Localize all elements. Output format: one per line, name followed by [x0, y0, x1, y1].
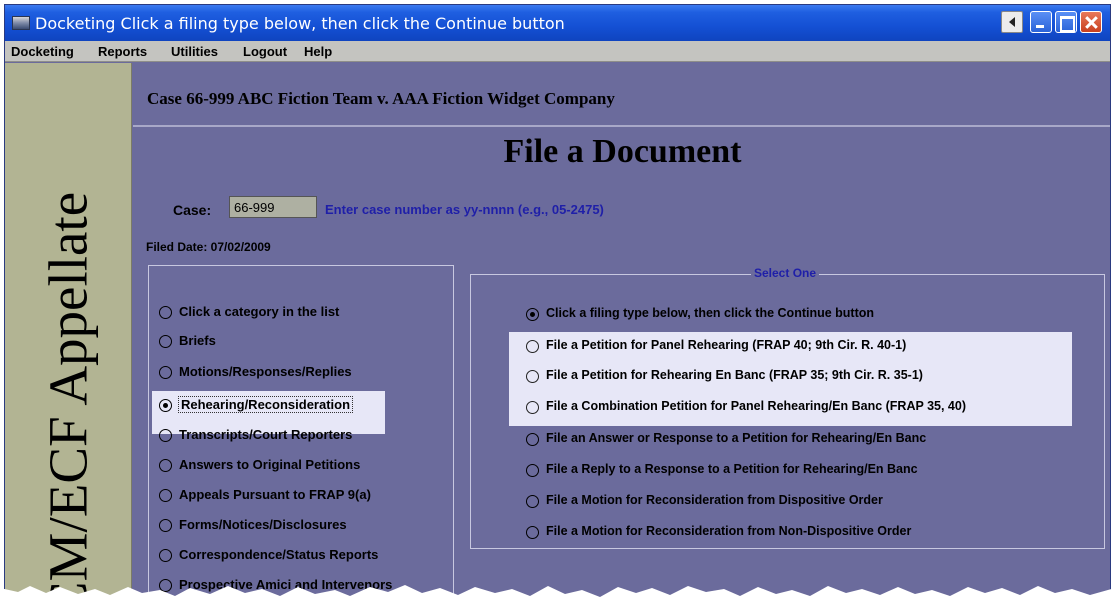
minimize-icon[interactable]: [1030, 11, 1052, 33]
radio-button[interactable]: [526, 401, 539, 414]
maximize-icon[interactable]: [1055, 11, 1077, 33]
sidebar-banner: CM/ECF Appellate: [5, 63, 132, 605]
application-window: Docketing Click a filing type below, the…: [4, 4, 1111, 605]
radio-button[interactable]: [159, 519, 172, 532]
filing-option-label: Click a filing type below, then click th…: [546, 306, 875, 320]
category-label: Click a category in the list: [179, 304, 340, 319]
radio-button[interactable]: [159, 459, 172, 472]
radio-button[interactable]: [526, 526, 539, 539]
sidebar-title: CM/ECF Appellate: [37, 191, 99, 605]
radio-button[interactable]: [159, 335, 172, 348]
category-label: Briefs: [179, 333, 216, 348]
page-title: File a Document: [503, 133, 742, 170]
filing-option-label: File a Combination Petition for Panel Re…: [546, 399, 966, 413]
radio-button[interactable]: [526, 464, 539, 477]
category-label: Correspondence/Status Reports: [179, 547, 379, 562]
radio-button[interactable]: [526, 370, 539, 383]
filing-option-label: File a Motion for Reconsideration from N…: [546, 524, 912, 538]
radio-button[interactable]: [526, 340, 539, 353]
category-label: Appeals Pursuant to FRAP 9(a): [179, 487, 371, 502]
case-number-input[interactable]: [229, 196, 317, 218]
radio-button[interactable]: [526, 433, 539, 446]
radio-button[interactable]: [159, 489, 172, 502]
case-label: Case:: [173, 202, 212, 218]
category-label: Transcripts/Court Reporters: [179, 427, 353, 442]
close-icon[interactable]: [1080, 11, 1102, 33]
title-bar: Docketing Click a filing type below, the…: [5, 5, 1110, 41]
app-icon: [12, 16, 30, 30]
filed-date: Filed Date: 07/02/2009: [146, 240, 271, 254]
case-header: Case 66-999 ABC Fiction Team v. AAA Fict…: [133, 63, 1110, 125]
radio-button-selected[interactable]: [526, 308, 539, 321]
select-one-legend: Select One: [751, 266, 820, 280]
category-panel: Click a category in the list Briefs Moti…: [148, 265, 454, 604]
menu-docketing[interactable]: Docketing: [11, 44, 74, 59]
category-label: Motions/Responses/Replies: [179, 364, 352, 379]
radio-button[interactable]: [526, 495, 539, 508]
radio-button-selected[interactable]: [159, 399, 172, 412]
filing-option-label: File a Reply to a Response to a Petition…: [546, 462, 918, 476]
window-title: Docketing Click a filing type below, the…: [35, 14, 565, 33]
filing-option-label: File a Petition for Rehearing En Banc (F…: [546, 368, 923, 382]
menu-utilities[interactable]: Utilities: [171, 44, 218, 59]
radio-button[interactable]: [159, 429, 172, 442]
previous-icon[interactable]: [1001, 11, 1023, 33]
radio-button[interactable]: [159, 549, 172, 562]
menu-reports[interactable]: Reports: [98, 44, 147, 59]
filing-option-label: File a Motion for Reconsideration from D…: [546, 493, 883, 507]
radio-button[interactable]: [159, 366, 172, 379]
radio-button[interactable]: [159, 306, 172, 319]
main-panel: File a Document Case: Enter case number …: [133, 125, 1110, 604]
case-number-hint: Enter case number as yy-nnnn (e.g., 05-2…: [325, 202, 604, 217]
menu-bar: Docketing Reports Utilities Logout Help: [5, 41, 1110, 62]
menu-logout[interactable]: Logout: [243, 44, 287, 59]
filing-option-label: File an Answer or Response to a Petition…: [546, 431, 927, 445]
category-label: Forms/Notices/Disclosures: [179, 517, 347, 532]
torn-edge: [0, 585, 1115, 605]
case-caption: Case 66-999 ABC Fiction Team v. AAA Fict…: [147, 89, 615, 108]
filing-option-label: File a Petition for Panel Rehearing (FRA…: [546, 338, 907, 352]
category-label: Answers to Original Petitions: [179, 457, 361, 472]
category-label: Rehearing/Reconsideration: [177, 396, 354, 413]
menu-help[interactable]: Help: [304, 44, 332, 59]
filing-type-panel: Select One Click a filing type below, th…: [470, 266, 1105, 549]
